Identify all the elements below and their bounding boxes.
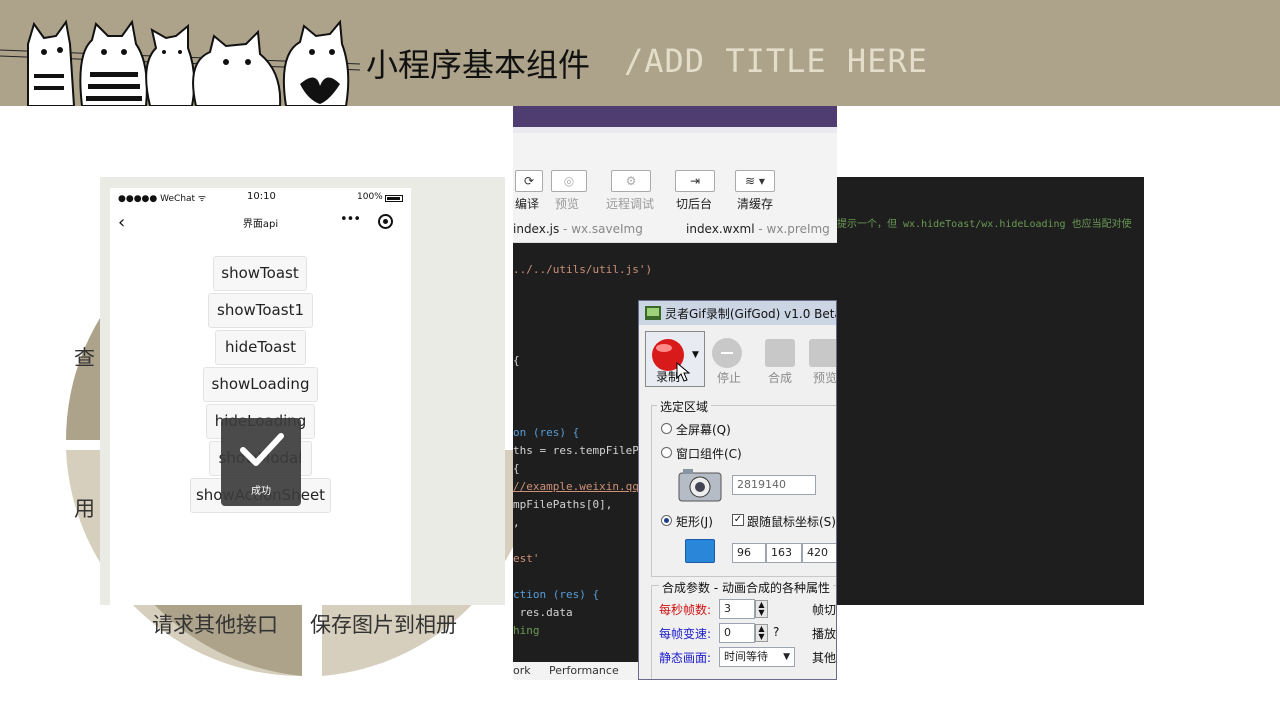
background-label[interactable]: 切后台 (676, 195, 712, 212)
gif-app-icon (645, 306, 661, 320)
circle-label-use: 用 (74, 497, 95, 521)
rect-x-field[interactable]: 96 (732, 543, 766, 563)
code-line: res.data (513, 606, 573, 619)
rect-y-field[interactable]: 163 (766, 543, 802, 563)
console-panel: 提示一个，但 wx.hideToast/wx.hideLoading 也应当配对… (837, 177, 1144, 605)
fullscreen-label: 全屏幕(Q) (676, 423, 731, 437)
compile-icon[interactable]: ⟳ (515, 170, 543, 192)
code-line: //example.weixin.qq (513, 480, 639, 493)
rect-label: 矩形(J) (676, 515, 713, 529)
stop-label[interactable]: 停止 (717, 369, 741, 386)
code-line: hing (513, 624, 540, 637)
speed-right-label: 播放 (812, 627, 837, 641)
more-icon[interactable]: ••• (340, 212, 361, 227)
params-group-label: 合成参数 - 动画合成的各种属性 (659, 579, 833, 596)
nav-title: 界面api (242, 219, 279, 230)
speed-field[interactable]: 0 (719, 623, 755, 643)
background-icon[interactable]: ⇥ (675, 170, 715, 192)
compose-icon[interactable] (765, 339, 795, 367)
tab-performance[interactable]: Performance (549, 664, 619, 677)
code-line: est' (513, 552, 540, 565)
static-label: 静态画面: (659, 651, 712, 665)
rect-select-icon[interactable] (685, 539, 715, 563)
record-dropdown-icon[interactable]: ▼ (692, 350, 699, 360)
preview-gif-label[interactable]: 预览 (813, 369, 836, 386)
camera-icon (678, 469, 722, 502)
code-line: , (513, 516, 520, 529)
chevron-down-icon: ▼ (783, 652, 790, 662)
circle-label-query: 查 (74, 346, 95, 370)
success-toast: 成功 (221, 418, 301, 506)
code-line: ../../utils/util.js') (513, 263, 653, 276)
record-button[interactable]: ▼ 录制 (645, 331, 705, 387)
checkmark-icon (240, 433, 284, 466)
speed-label: 每帧变速: (659, 627, 712, 641)
fullscreen-radio[interactable] (661, 423, 672, 434)
status-carrier: ●●●●● WeChat ᯤ (118, 194, 207, 204)
devtools-titlebar (513, 106, 837, 127)
compile-label[interactable]: 编译 (515, 195, 539, 212)
show-loading-button[interactable]: showLoading (203, 367, 318, 402)
show-toast-button[interactable]: showToast (213, 256, 307, 291)
tab-index-js[interactable]: index.js - wx.saveImg (513, 222, 643, 236)
circle-label-save-image: 保存图片到相册 (310, 613, 457, 637)
code-line: on (res) { (513, 426, 580, 439)
preview-gif-icon[interactable] (809, 339, 836, 367)
fps-field[interactable]: 3 (719, 599, 755, 619)
battery-icon (385, 195, 403, 202)
preview-icon[interactable]: ◎ (551, 170, 587, 192)
static-select-value: 时间等待 (724, 650, 768, 663)
follow-mouse-checkbox[interactable]: ✓ (732, 514, 744, 526)
close-target-icon[interactable] (378, 214, 393, 229)
fps-right-label: 帧切 (812, 603, 837, 617)
toast-text: 成功 (251, 486, 271, 497)
area-group-label: 选定区域 (657, 398, 712, 415)
window-id-field[interactable]: 2819140 (732, 475, 816, 495)
cursor-icon (676, 362, 690, 382)
slide: 小程序基本组件 /ADD TITLE HERE 查 用 请求其他接口 保存图片到… (0, 0, 1280, 720)
show-toast1-button[interactable]: showToast1 (208, 293, 313, 328)
console-message: 提示一个，但 wx.hideToast/wx.hideLoading 也应当配对… (837, 219, 1132, 230)
circle-label-request: 请求其他接口 (152, 613, 278, 637)
tab-index-wxml-name: index.wxml (686, 222, 755, 236)
compose-label[interactable]: 合成 (768, 369, 792, 386)
clear-cache-label[interactable]: 清缓存 (737, 195, 773, 212)
speed-help: ? (773, 625, 780, 639)
tab-network[interactable]: ork (513, 664, 531, 677)
static-select[interactable]: 时间等待 ▼ (719, 647, 795, 667)
hide-toast-button[interactable]: hideToast (215, 330, 306, 365)
remote-debug-label[interactable]: 远程调试 (606, 195, 654, 212)
phone-screen: ●●●●● WeChat ᯤ 10:10 100% ‹ 界面api ••• sh… (110, 188, 411, 605)
gif-recorder-titlebar: 灵者Gif录制(GifGod) v1.0 Beta (639, 301, 837, 325)
tab-index-wxml-sub: - wx.preImg (754, 222, 830, 236)
tab-index-js-name: index.js (513, 222, 560, 236)
window-radio[interactable] (661, 447, 672, 458)
stop-icon[interactable] (711, 337, 743, 369)
code-line: { (513, 462, 520, 475)
clear-cache-icon[interactable]: ≋ ▾ (735, 170, 775, 192)
devtools-toolbar: ⟳ 编译 ◎ 预览 ⚙ 远程调试 ⇥ 切后台 ≋ ▾ 清缓存 (513, 127, 837, 215)
code-line: { (513, 354, 520, 367)
code-line: ction (res) { (513, 588, 600, 601)
tab-index-js-sub: - wx.saveImg (559, 222, 643, 236)
window-label: 窗口组件(C) (676, 447, 742, 461)
status-time: 10:10 (247, 191, 276, 202)
fps-label: 每秒帧数: (659, 603, 712, 617)
gif-recorder-title: 灵者Gif录制(GifGod) v1.0 Beta (665, 307, 837, 321)
speed-stepper[interactable]: ▲ ▼ (755, 624, 768, 642)
rect-w-field[interactable]: 420 (802, 543, 836, 563)
editor-tabs: index.js - wx.saveImg index.wxml - wx.pr… (513, 215, 837, 243)
fps-stepper[interactable]: ▲ ▼ (755, 600, 768, 618)
preview-label[interactable]: 预览 (555, 195, 579, 212)
remote-debug-icon[interactable]: ⚙ (611, 170, 651, 192)
gif-recorder-window: 灵者Gif录制(GifGod) v1.0 Beta ▼ 录制 停止 合成 预览 … (638, 300, 837, 680)
status-battery-text: 100% (357, 192, 383, 202)
rect-radio[interactable] (661, 515, 672, 526)
static-right-label: 其他 (812, 651, 837, 665)
code-line: mpFilePaths[0], (513, 498, 613, 511)
code-line: ths = res.tempFileP (513, 444, 639, 457)
follow-mouse-label: 跟随鼠标坐标(S) (747, 515, 836, 529)
tab-index-wxml[interactable]: index.wxml - wx.preImg (686, 222, 830, 236)
